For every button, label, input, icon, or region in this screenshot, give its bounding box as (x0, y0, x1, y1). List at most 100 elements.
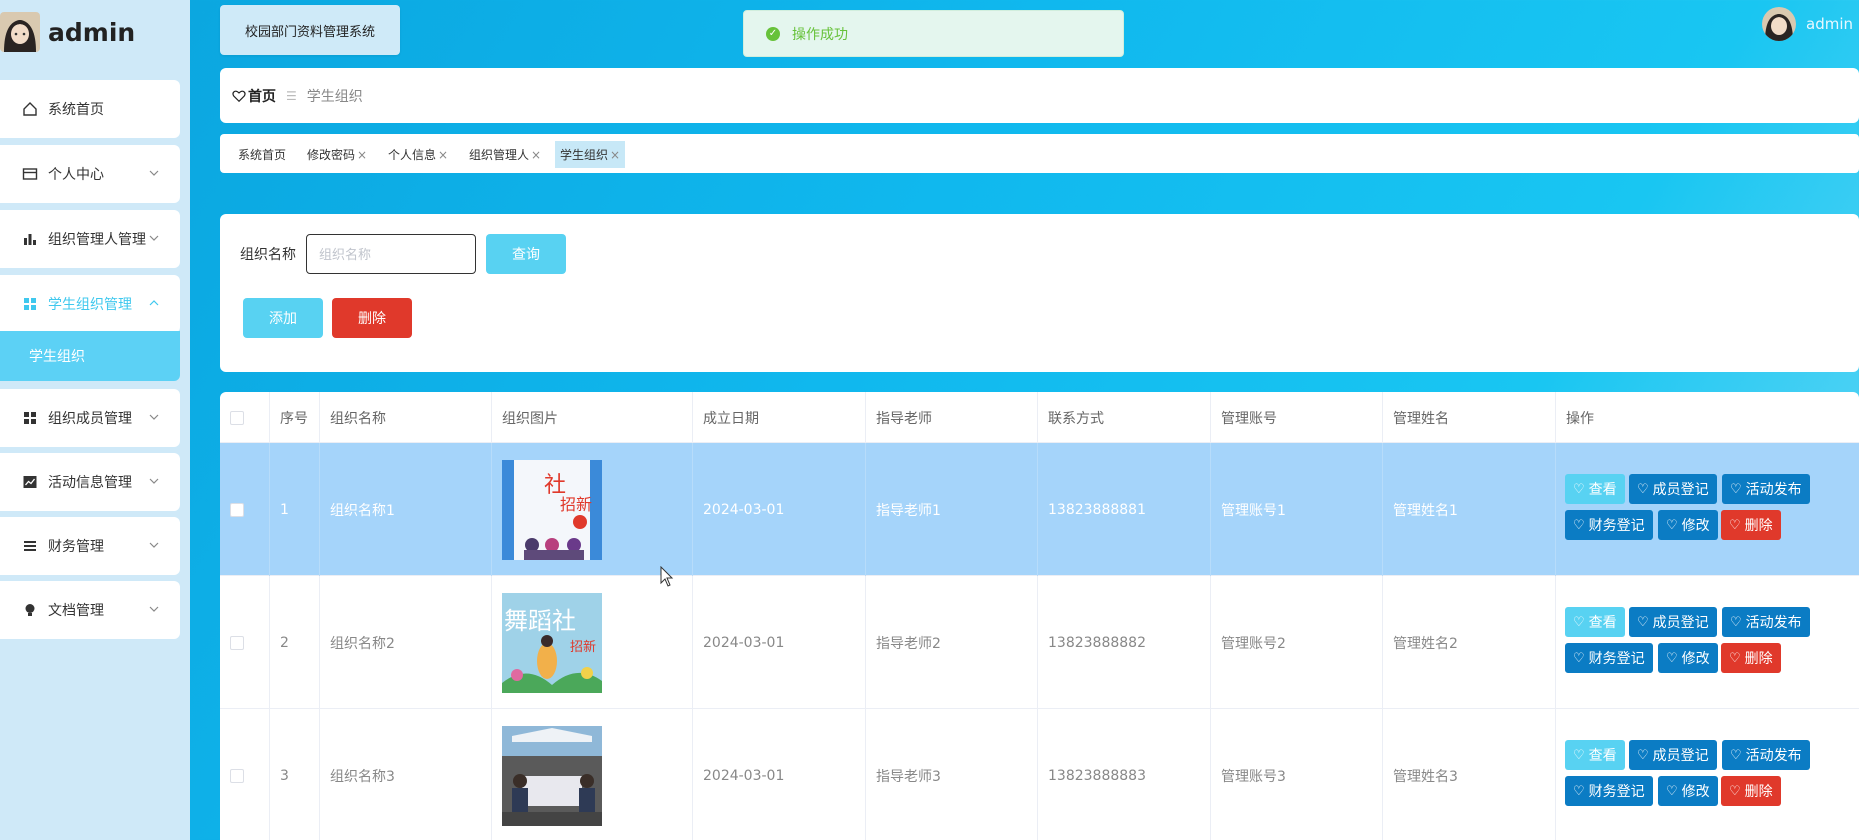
svg-text:招新: 招新 (560, 495, 592, 514)
org-name-search-input[interactable] (306, 234, 476, 274)
sidebar-item-label: 财务管理 (48, 539, 104, 555)
breadcrumb-current: 学生组织 (306, 88, 363, 105)
heart-icon: ♡ (1666, 783, 1678, 799)
add-button[interactable]: 添加 (243, 298, 323, 338)
sidebar-item-finance[interactable]: 财务管理 (0, 517, 180, 575)
heart-icon: ♡ (1729, 783, 1741, 799)
member-label: 成员登记 (1652, 748, 1709, 764)
batch-delete-button[interactable]: 删除 (332, 298, 412, 338)
finance-register-button[interactable]: ♡ 财务登记 (1565, 776, 1653, 806)
delete-button[interactable]: ♡ 删除 (1721, 643, 1781, 673)
view-button[interactable]: ♡ 查看 (1565, 740, 1625, 770)
heart-icon: ♡ (1666, 517, 1678, 533)
finance-label: 财务登记 (1588, 784, 1645, 800)
select-all-checkbox[interactable] (230, 410, 244, 425)
header-no: 序号 (270, 392, 320, 443)
brand-avatar (0, 12, 40, 52)
delete-label: 删除 (1744, 518, 1773, 534)
close-icon[interactable]: × (357, 148, 367, 162)
close-icon[interactable]: × (610, 148, 620, 162)
heart-icon: ♡ (1637, 481, 1649, 497)
user-menu[interactable]: admin ▾ (1762, 6, 1859, 42)
edit-label: 修改 (1681, 784, 1710, 800)
table-row[interactable]: 2 组织名称2 舞蹈社 招新 2024-03-01 指导老师2 138238888… (220, 576, 1859, 709)
tab-change-password[interactable]: 修改密码 × (302, 141, 372, 168)
sidebar-item-org-member[interactable]: 组织成员管理 (0, 389, 180, 447)
sidebar-item-label: 活动信息管理 (48, 475, 132, 491)
bulb-icon (20, 600, 40, 620)
activity-publish-button[interactable]: ♡ 活动发布 (1722, 607, 1810, 637)
finance-register-button[interactable]: ♡ 财务登记 (1565, 510, 1653, 540)
sidebar-item-activity[interactable]: 活动信息管理 (0, 453, 180, 511)
sidebar-subitem-student-org[interactable]: 学生组织 (0, 331, 180, 381)
row-actions: ♡ 查看 ♡ 成员登记 ♡ 活动发布 ♡ 财务登记 ♡ 修改 ♡ 删除 (1565, 709, 1859, 840)
select-all-cell (220, 392, 270, 443)
cell-no: 2 (270, 576, 320, 709)
sidebar-item-student-org[interactable]: 学生组织管理 (0, 275, 180, 333)
table-row[interactable]: 3 组织名称3 2024-03-01 指导老师3 13823888883 管理账… (220, 709, 1859, 840)
org-image[interactable]: 舞蹈社 招新 (502, 592, 602, 693)
close-icon[interactable]: × (438, 148, 448, 162)
cell-phone: 13823888882 (1038, 576, 1211, 709)
sidebar-item-label: 组织管理人管理 (48, 232, 146, 248)
table-row[interactable]: 1 组织名称1 社招新 2024-03-01 指导老师1 13823888881… (220, 443, 1859, 576)
tab-home[interactable]: 系统首页 (233, 141, 291, 168)
edit-button[interactable]: ♡ 修改 (1658, 510, 1718, 540)
cell-teacher: 指导老师2 (866, 576, 1038, 709)
heart-icon (232, 90, 246, 102)
sidebar-item-org-manager[interactable]: 组织管理人管理 (0, 210, 180, 268)
delete-button[interactable]: ♡ 删除 (1721, 776, 1781, 806)
view-label: 查看 (1588, 748, 1617, 764)
close-icon[interactable]: × (531, 148, 541, 162)
activity-label: 活动发布 (1745, 748, 1802, 764)
sidebar-item-docs[interactable]: 文档管理 (0, 581, 180, 639)
heart-icon: ♡ (1666, 650, 1678, 666)
home-icon (20, 99, 40, 119)
breadcrumb-separator-icon: ☰ (286, 88, 297, 103)
tab-student-org[interactable]: 学生组织 × (555, 141, 626, 168)
sidebar-item-label: 学生组织管理 (48, 297, 132, 313)
header-actions: 操作 (1566, 410, 1594, 427)
member-register-button[interactable]: ♡ 成员登记 (1629, 474, 1717, 504)
edit-button[interactable]: ♡ 修改 (1658, 776, 1718, 806)
breadcrumb-home-label: 首页 (248, 88, 276, 105)
edit-button[interactable]: ♡ 修改 (1658, 643, 1718, 673)
activity-publish-button[interactable]: ♡ 活动发布 (1722, 740, 1810, 770)
finance-register-button[interactable]: ♡ 财务登记 (1565, 643, 1653, 673)
member-register-button[interactable]: ♡ 成员登记 (1629, 740, 1717, 770)
member-register-button[interactable]: ♡ 成员登记 (1629, 607, 1717, 637)
org-image[interactable] (502, 725, 602, 826)
sidebar-item-label: 系统首页 (48, 102, 104, 118)
delete-button[interactable]: ♡ 删除 (1721, 510, 1781, 540)
chevron-down-icon (149, 170, 159, 176)
member-label: 成员登记 (1652, 482, 1709, 498)
edit-label: 修改 (1681, 518, 1710, 534)
mouse-cursor-icon (660, 566, 674, 587)
sidebar-item-personal[interactable]: 个人中心 (0, 145, 180, 203)
edit-label: 修改 (1681, 651, 1710, 667)
row-checkbox[interactable] (230, 635, 244, 650)
row-checkbox[interactable] (230, 768, 244, 783)
activity-publish-button[interactable]: ♡ 活动发布 (1722, 474, 1810, 504)
tab-label: 学生组织 (560, 148, 609, 162)
org-image[interactable]: 社招新 (502, 459, 602, 560)
row-checkbox[interactable] (230, 502, 244, 517)
view-label: 查看 (1588, 482, 1617, 498)
toast-message: 操作成功 (792, 26, 848, 43)
tab-personal-info[interactable]: 个人信息 × (383, 141, 453, 168)
heart-icon: ♡ (1573, 747, 1585, 763)
view-button[interactable]: ♡ 查看 (1565, 607, 1625, 637)
system-title: 校园部门资料管理系统 (220, 5, 400, 55)
tab-org-manager[interactable]: 组织管理人 × (464, 141, 546, 168)
header-date: 成立日期 (693, 392, 866, 443)
org-table: 序号 组织名称 组织图片 成立日期 指导老师 联系方式 管理账号 管理姓名 操作… (220, 392, 1859, 840)
line-chart-icon (20, 472, 40, 492)
header-phone: 联系方式 (1038, 392, 1211, 443)
header-account: 管理账号 (1211, 392, 1383, 443)
breadcrumb-home[interactable]: 首页 (232, 86, 276, 106)
query-button[interactable]: 查询 (486, 234, 566, 274)
heart-icon: ♡ (1637, 747, 1649, 763)
view-button[interactable]: ♡ 查看 (1565, 474, 1625, 504)
chevron-down-icon (149, 478, 159, 484)
sidebar-item-home[interactable]: 系统首页 (0, 80, 180, 138)
